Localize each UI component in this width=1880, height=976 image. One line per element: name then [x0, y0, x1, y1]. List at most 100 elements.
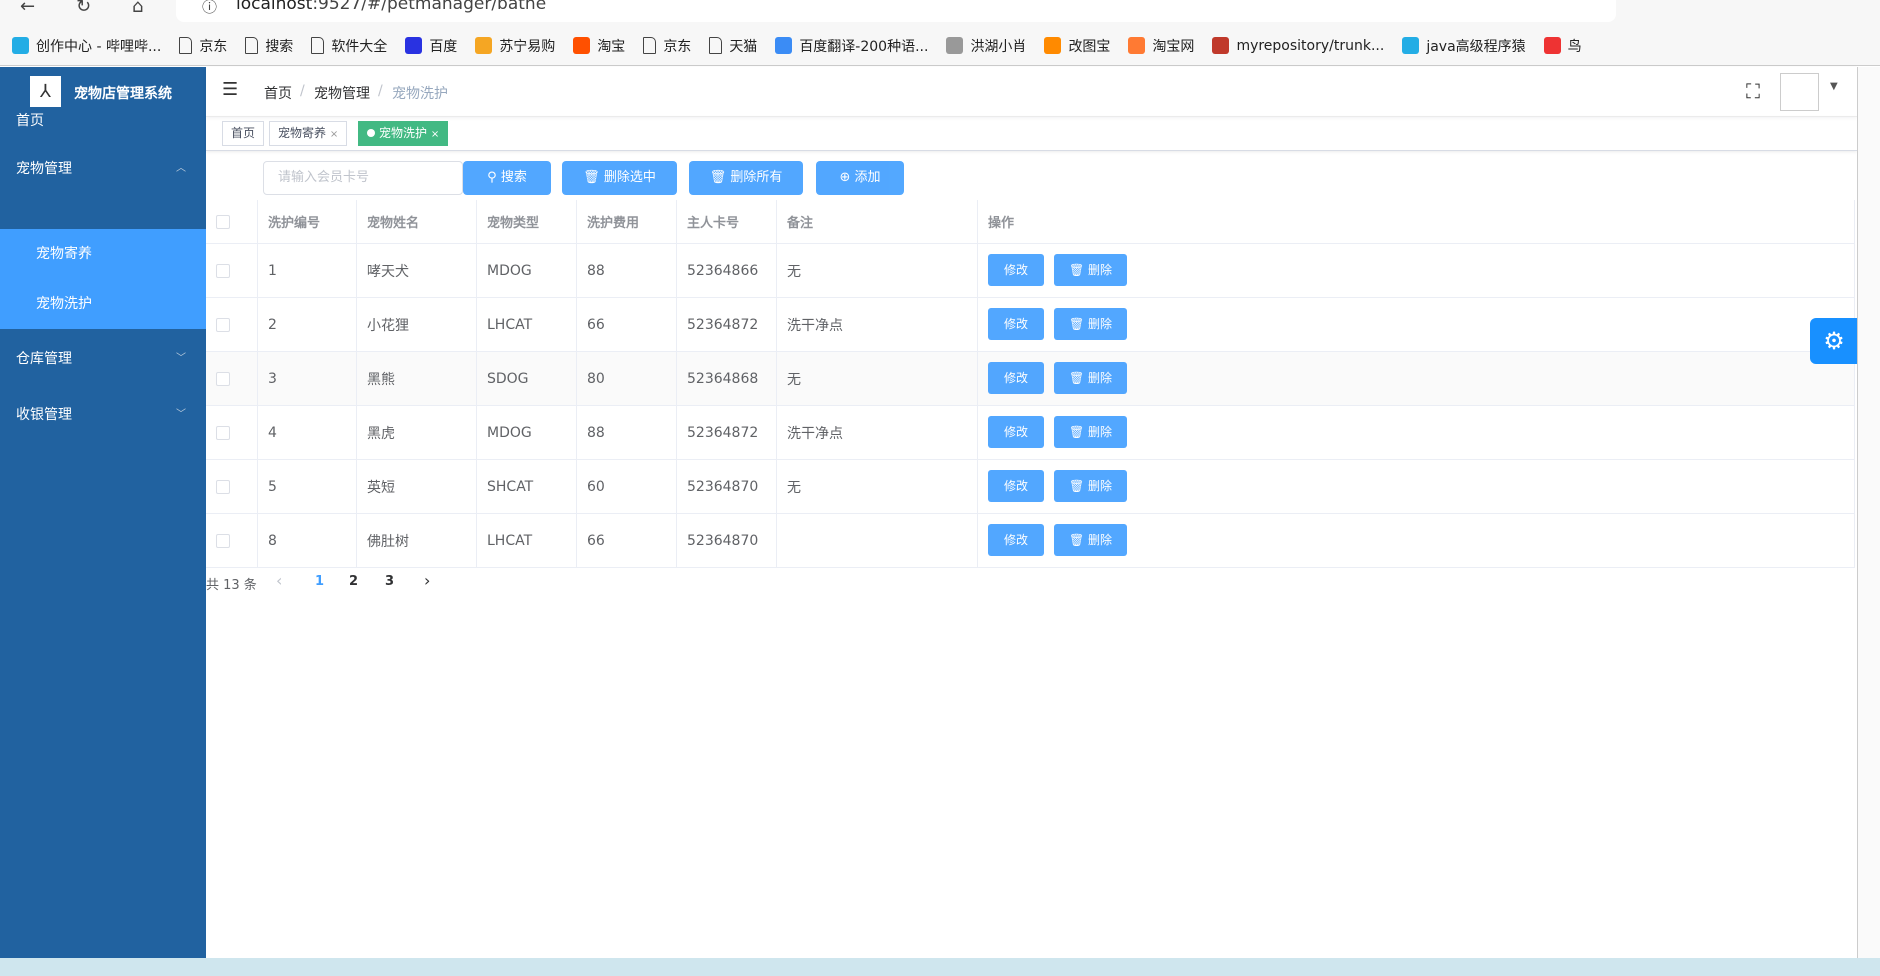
- edit-button[interactable]: 修改: [988, 524, 1044, 556]
- delete-button[interactable]: 🗑 删除: [1054, 416, 1127, 448]
- bookmark-item[interactable]: 百度翻译-200种语...: [775, 36, 928, 56]
- button-label: 删除所有: [730, 170, 783, 185]
- bookmark-item[interactable]: 鸟: [1543, 36, 1582, 56]
- delete-button[interactable]: 🗑 删除: [1054, 524, 1127, 556]
- row-checkbox[interactable]: [216, 425, 230, 440]
- bookmark-item[interactable]: 改图宝: [1044, 36, 1110, 56]
- page-icon: [179, 37, 193, 54]
- row-checkbox[interactable]: [216, 533, 230, 548]
- bookmark-item[interactable]: java高级程序猿: [1402, 36, 1526, 56]
- page-icon: [245, 37, 259, 54]
- table-cell: 52364872: [677, 406, 777, 459]
- tag-home[interactable]: 首页: [222, 121, 265, 146]
- bookmark-label: java高级程序猿: [1426, 38, 1526, 55]
- table-cell: 8: [258, 514, 357, 567]
- caret-down-icon[interactable]: ▼: [1830, 81, 1838, 92]
- header-cell: 主人卡号: [677, 200, 777, 243]
- settings-gear-button[interactable]: ⚙: [1810, 318, 1858, 364]
- browser-side-panel: [1857, 67, 1880, 958]
- table-row: 8 佛肚树 LHCAT 66 52364870 修改 🗑 删除: [206, 514, 1855, 568]
- tag-pet-boarding[interactable]: 宠物寄养 ×: [269, 121, 348, 146]
- delete-button[interactable]: 🗑 删除: [1054, 308, 1127, 340]
- tag-pet-bathe[interactable]: 宠物洗护 ×: [358, 121, 449, 146]
- close-icon[interactable]: ×: [431, 129, 439, 140]
- member-card-input[interactable]: 请输入会员卡号: [263, 161, 463, 195]
- close-icon[interactable]: ×: [330, 129, 338, 140]
- url-text[interactable]: localhost:9527/#/petmanager/bathe: [236, 0, 546, 14]
- next-page-button[interactable]: ›: [424, 571, 430, 590]
- suning-icon: [475, 37, 493, 54]
- fullscreen-icon[interactable]: ⛶: [1746, 79, 1760, 103]
- trash-icon: 🗑: [1068, 317, 1089, 331]
- bookmark-label: 搜索: [265, 38, 294, 55]
- breadcrumb-home[interactable]: 首页: [264, 83, 292, 103]
- bookmark-item[interactable]: 软件大全: [311, 36, 387, 56]
- bookmark-item[interactable]: 淘宝: [573, 36, 625, 56]
- table-cell: 佛肚树: [357, 514, 477, 567]
- bookmark-item[interactable]: 京东: [643, 36, 691, 56]
- trash-icon: 🗑: [1068, 479, 1089, 493]
- bookmark-item[interactable]: 淘宝网: [1128, 36, 1194, 56]
- sidebar-item-warehouse[interactable]: 仓库管理 ﹀: [0, 331, 206, 387]
- row-checkbox[interactable]: [216, 371, 230, 386]
- bookmark-item[interactable]: 搜索: [245, 36, 293, 56]
- edit-button[interactable]: 修改: [988, 362, 1044, 394]
- button-label: 删除: [1088, 317, 1113, 331]
- table-cell: 60: [577, 460, 677, 513]
- table-cell: 4: [258, 406, 357, 459]
- bookmark-item[interactable]: 天猫: [709, 36, 757, 56]
- button-label: 添加: [854, 170, 881, 185]
- avatar[interactable]: [1780, 73, 1819, 111]
- bookmark-label: myrepository/trunk...: [1236, 37, 1385, 54]
- refresh-icon[interactable]: ↻: [76, 0, 91, 17]
- hamburger-icon[interactable]: ☰: [222, 79, 238, 100]
- delete-button[interactable]: 🗑 删除: [1054, 362, 1127, 394]
- table-cell: 1: [258, 244, 357, 297]
- breadcrumb-pet-management[interactable]: 宠物管理: [314, 83, 370, 103]
- sidebar-item-label: 仓库管理: [16, 351, 72, 367]
- row-checkbox[interactable]: [216, 479, 230, 494]
- sidebar-item-cashier[interactable]: 收银管理 ﹀: [0, 387, 206, 443]
- trash-icon: 🗑: [1068, 371, 1089, 385]
- delete-button[interactable]: 🗑 删除: [1054, 470, 1127, 502]
- add-button[interactable]: ⊕ 添加: [816, 161, 904, 195]
- edit-button[interactable]: 修改: [988, 416, 1044, 448]
- sidebar-item-pet-management[interactable]: 宠物管理 ︿: [0, 141, 206, 197]
- active-dot-icon: [367, 129, 375, 137]
- gaitubao-icon: [1044, 37, 1062, 54]
- trash-icon: 🗑: [709, 170, 731, 185]
- bookmark-item[interactable]: 百度: [405, 36, 457, 56]
- sidebar: ⅄ 宠物店管理系统 首页 宠物管理 ︿ 宠物寄养 宠物洗护 仓库管理 ﹀ 收银管理 ﹀: [0, 67, 206, 958]
- edit-button[interactable]: 修改: [988, 254, 1044, 286]
- bookmark-item[interactable]: 京东: [179, 36, 227, 56]
- back-icon[interactable]: ←: [20, 0, 35, 17]
- edit-button[interactable]: 修改: [988, 308, 1044, 340]
- row-checkbox[interactable]: [216, 263, 230, 278]
- table-cell: 3: [258, 352, 357, 405]
- bookmark-label: 京东: [663, 38, 692, 55]
- prev-page-button[interactable]: ‹: [276, 571, 282, 590]
- page-icon: [311, 37, 325, 54]
- header-cell: 宠物姓名: [357, 200, 477, 243]
- select-all-checkbox[interactable]: [216, 214, 230, 229]
- search-button[interactable]: ⚲ 搜索: [463, 161, 551, 195]
- delete-selected-button[interactable]: 🗑 删除选中: [562, 161, 677, 195]
- delete-button[interactable]: 🗑 删除: [1054, 254, 1127, 286]
- home-icon[interactable]: ⌂: [132, 0, 143, 17]
- page-3[interactable]: 3: [385, 574, 394, 589]
- button-label: 删除: [1088, 479, 1113, 493]
- delete-all-button[interactable]: 🗑 删除所有: [689, 161, 803, 195]
- table-cell: 52364870: [677, 514, 777, 567]
- page-2[interactable]: 2: [349, 574, 358, 589]
- bookmark-item[interactable]: 创作中心 - 哔哩哔...: [12, 36, 161, 56]
- edit-button[interactable]: 修改: [988, 470, 1044, 502]
- bookmark-item[interactable]: myrepository/trunk...: [1212, 37, 1384, 54]
- page-1[interactable]: 1: [315, 574, 324, 589]
- sidebar-item-pet-bathe[interactable]: 宠物洗护: [0, 279, 206, 329]
- chevron-down-icon: ﹀: [176, 353, 186, 364]
- bookmark-item[interactable]: 洪湖小肖: [946, 36, 1026, 56]
- sidebar-item-pet-boarding[interactable]: 宠物寄养: [0, 229, 206, 279]
- row-checkbox[interactable]: [216, 317, 230, 332]
- button-label: 搜索: [500, 170, 527, 185]
- bookmark-item[interactable]: 苏宁易购: [475, 36, 555, 56]
